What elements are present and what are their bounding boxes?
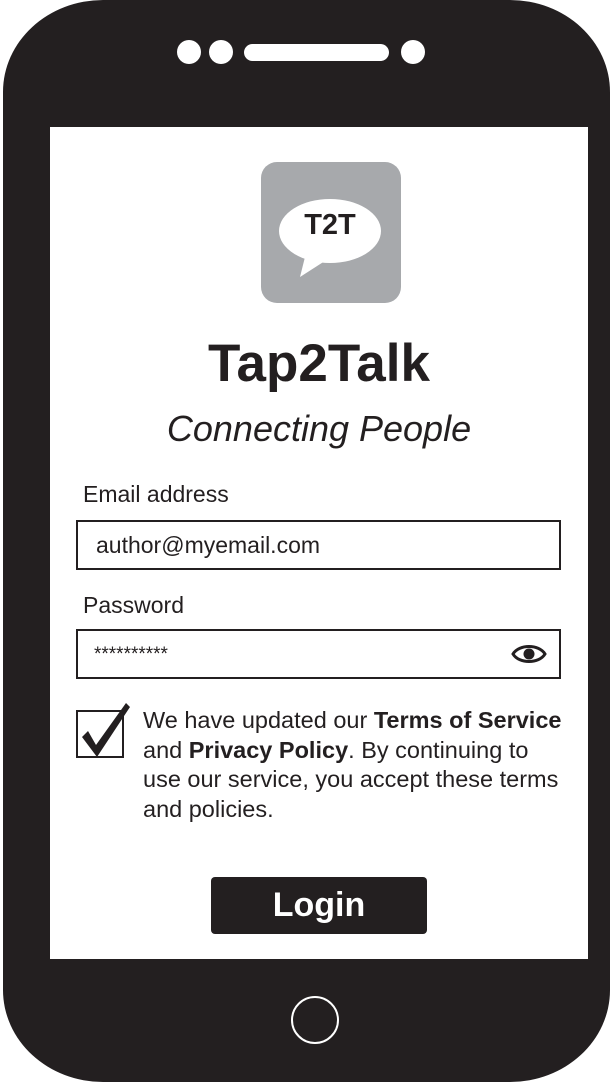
notice-text-2: and [143, 736, 189, 763]
app-logo: T2T [261, 162, 401, 303]
front-camera [209, 40, 233, 64]
notice-text-1: We have updated our [143, 707, 374, 733]
password-field[interactable]: ********** [76, 629, 561, 679]
checkmark-icon [82, 703, 130, 757]
login-button[interactable]: Login [211, 877, 427, 934]
phone-frame: T2T Tap2Talk Connecting People Email add… [3, 0, 610, 1082]
email-field[interactable]: author@myemail.com [76, 520, 561, 570]
earpiece-speaker [244, 44, 389, 61]
password-label: Password [83, 592, 184, 618]
home-button[interactable] [291, 996, 339, 1044]
proximity-sensor [401, 40, 425, 64]
app-title: Tap2Talk [208, 334, 430, 393]
email-label: Email address [83, 481, 229, 507]
app-tagline: Connecting People [166, 408, 472, 449]
logo-text: T2T [304, 209, 356, 241]
email-value: author@myemail.com [96, 532, 321, 558]
password-value: ********** [94, 644, 168, 665]
terms-notice: We have updated our Terms of Service and… [143, 706, 563, 824]
login-screen: T2T Tap2Talk Connecting People Email add… [50, 127, 588, 959]
sensor-dot [177, 40, 201, 64]
terms-of-service-link[interactable]: Terms of Service [374, 707, 562, 733]
eye-icon[interactable] [511, 642, 547, 666]
privacy-policy-link[interactable]: Privacy Policy [189, 737, 348, 763]
